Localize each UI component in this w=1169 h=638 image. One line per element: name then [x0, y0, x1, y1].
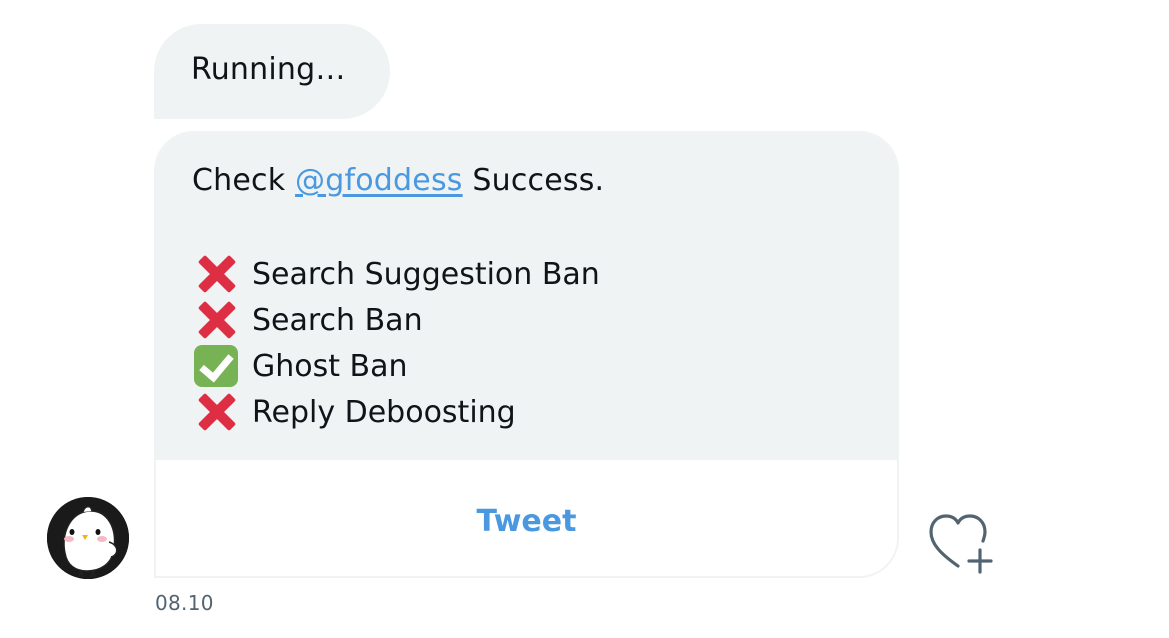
check-result-line: Check @gfoddess Success.: [192, 163, 604, 198]
result-item-reply-deboosting: Reply Deboosting: [192, 389, 516, 435]
like-message-button[interactable]: [925, 510, 997, 576]
check-prefix: Check: [192, 163, 286, 198]
cross-mark-icon: [192, 297, 240, 343]
result-label: Reply Deboosting: [252, 394, 516, 430]
result-item-ghost-ban: Ghost Ban: [192, 343, 408, 389]
message-timestamp: 08.10: [155, 591, 214, 615]
result-item-search-suggestion-ban: Search Suggestion Ban: [192, 251, 600, 297]
card-footer: Tweet: [156, 460, 897, 576]
tweet-button[interactable]: Tweet: [477, 504, 577, 539]
message-bubble-running: Running…: [154, 24, 390, 119]
avatar[interactable]: [47, 497, 129, 579]
heart-plus-icon: [929, 514, 993, 574]
result-item-search-ban: Search Ban: [192, 297, 423, 343]
mention-link[interactable]: @gfoddess: [295, 163, 463, 198]
message-text: Running…: [191, 52, 346, 87]
check-suffix: Success.: [472, 163, 605, 198]
cross-mark-icon: [192, 251, 240, 297]
result-label: Search Ban: [252, 302, 423, 338]
card-body: Check @gfoddess Success. Search Suggesti…: [156, 133, 897, 460]
cross-mark-icon: [192, 389, 240, 435]
result-label: Search Suggestion Ban: [252, 256, 600, 292]
message-card: Check @gfoddess Success. Search Suggesti…: [154, 131, 899, 578]
bird-avatar-icon: [47, 497, 129, 579]
check-mark-icon: [192, 343, 240, 389]
result-label: Ghost Ban: [252, 348, 408, 384]
